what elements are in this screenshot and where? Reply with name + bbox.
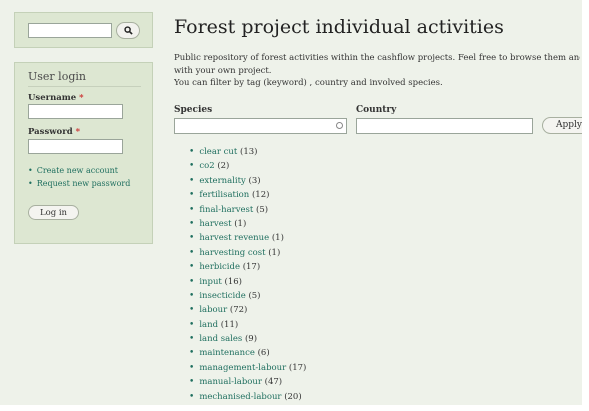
tag-item: land sales (9): [189, 332, 306, 346]
tag-item: herbicide (17): [189, 260, 306, 274]
required-mark: *: [79, 93, 84, 103]
tag-link[interactable]: co2: [199, 161, 214, 171]
tag-item: externality (3): [189, 174, 306, 188]
species-input[interactable]: [174, 118, 347, 134]
tag-item: maintenance (6): [189, 346, 306, 360]
tag-link[interactable]: externality: [199, 176, 246, 186]
tag-item: manual-labour (47): [189, 375, 306, 389]
tag-link[interactable]: manual-labour: [199, 377, 262, 387]
tag-link[interactable]: harvest revenue: [199, 233, 269, 243]
tag-count: (1): [234, 218, 247, 229]
password-label: Password *: [28, 127, 81, 137]
tag-link[interactable]: land sales: [199, 334, 242, 344]
tag-link[interactable]: herbicide: [199, 262, 240, 272]
tag-item: mechanised-labour (20): [189, 390, 306, 404]
tag-count: (9): [244, 334, 258, 345]
tag-count: (1): [271, 233, 284, 244]
page-title: Forest project individual activities: [174, 16, 504, 38]
tag-item: land (11): [189, 318, 306, 332]
user-login-block: User login Username * Password * Create …: [14, 62, 153, 244]
tag-count: (1): [268, 247, 281, 258]
tag-count: (3): [248, 175, 261, 186]
tag-item: clear cut (13): [189, 145, 306, 159]
login-button[interactable]: Log in: [28, 205, 79, 220]
tag-item: harvest (1): [189, 217, 306, 231]
tag-item: final-harvest (5): [189, 203, 306, 217]
tag-item: co2 (2): [189, 159, 306, 173]
tag-link[interactable]: land: [199, 320, 218, 330]
species-label: Species: [174, 105, 213, 115]
tag-count: (72): [229, 305, 248, 316]
username-label: Username *: [28, 93, 84, 103]
tag-item: fertilisation (12): [189, 188, 306, 202]
tag-link[interactable]: final-harvest: [199, 205, 253, 215]
tag-link[interactable]: management-labour: [199, 363, 286, 373]
tag-item: labour (72): [189, 303, 306, 317]
required-mark: *: [75, 127, 81, 137]
tag-link[interactable]: fertilisation: [199, 190, 249, 200]
frame-edge: [0, 405, 589, 411]
tag-link[interactable]: insecticide: [199, 291, 245, 301]
description-line: You can filter by tag (keyword) , countr…: [174, 78, 443, 88]
tag-count: (20): [284, 391, 302, 402]
tag-link[interactable]: input: [199, 277, 222, 287]
tag-link[interactable]: mechanised-labour: [199, 392, 281, 402]
tag-count: (2): [217, 161, 230, 172]
tag-count: (5): [248, 290, 261, 301]
tag-item: harvesting cost (1): [189, 246, 306, 260]
description-line: Public repository of forest activities w…: [174, 53, 580, 63]
tag-link[interactable]: harvest: [199, 219, 231, 229]
tag-count: (17): [288, 362, 307, 373]
tag-count: (11): [220, 319, 239, 330]
tag-count: (17): [242, 262, 261, 273]
tag-count: (13): [240, 147, 258, 157]
username-field[interactable]: [28, 104, 123, 119]
autocomplete-icon: [336, 122, 343, 129]
tag-link[interactable]: harvesting cost: [199, 248, 265, 258]
tag-link[interactable]: maintenance: [199, 348, 255, 358]
search-block: [14, 12, 153, 48]
tag-item: input (16): [189, 275, 306, 289]
frame-edge: [582, 0, 589, 411]
tag-item: management-labour (17): [189, 361, 306, 375]
tag-item: insecticide (5): [189, 289, 306, 303]
description-line: with your own project.: [174, 65, 272, 76]
tag-count: (47): [264, 377, 283, 388]
tag-link[interactable]: labour: [199, 305, 227, 315]
login-title: User login: [28, 70, 86, 83]
search-input[interactable]: [28, 23, 112, 38]
search-icon: [123, 26, 133, 35]
tag-item: harvest revenue (1): [189, 231, 306, 245]
page-description: Public repository of forest activities w…: [174, 52, 580, 90]
login-links: Create new account Request new password: [28, 164, 131, 190]
request-password-link[interactable]: Request new password: [28, 177, 131, 190]
login-divider: [28, 86, 141, 87]
country-input[interactable]: [356, 118, 533, 134]
password-field[interactable]: [28, 139, 123, 154]
tag-link[interactable]: clear cut: [199, 147, 237, 157]
tag-count: (6): [257, 348, 270, 359]
tag-count: (5): [256, 204, 269, 215]
country-label: Country: [356, 105, 397, 115]
search-button[interactable]: [116, 22, 140, 39]
tag-count: (16): [224, 276, 242, 287]
tag-list: clear cut (13)co2 (2)externality (3)fert…: [189, 145, 306, 404]
create-account-link[interactable]: Create new account: [28, 164, 130, 177]
tag-count: (12): [251, 190, 270, 201]
